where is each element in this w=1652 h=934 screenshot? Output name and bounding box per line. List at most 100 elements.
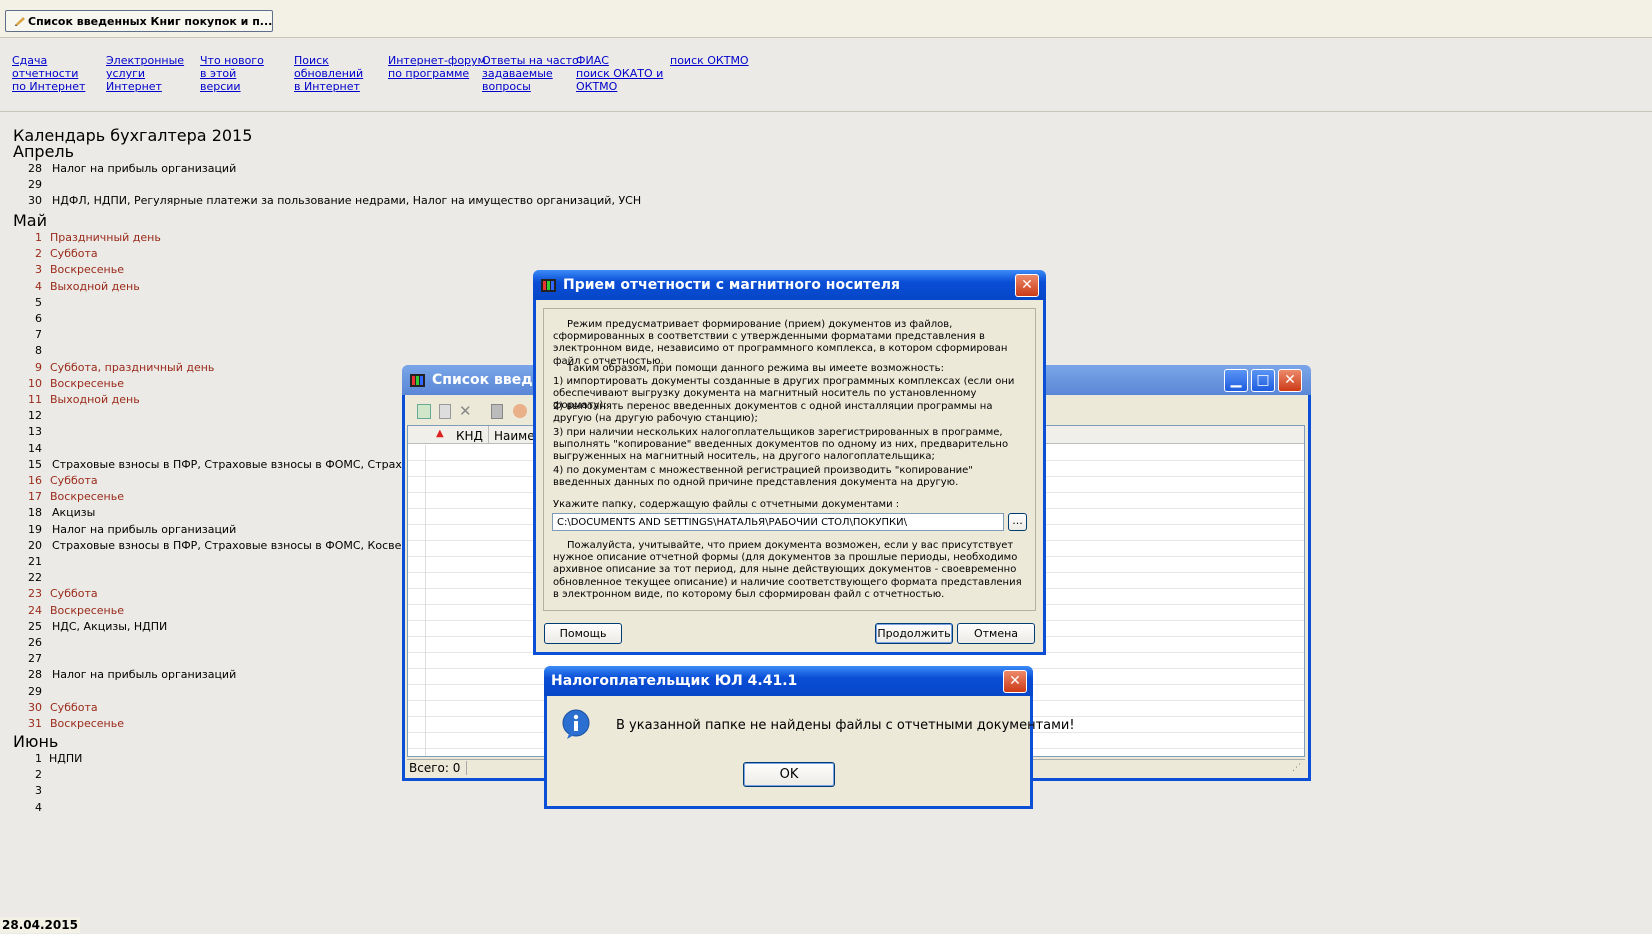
- message-box-titlebar[interactable]: Налогоплательщик ЮЛ 4.41.1 ✕: [544, 666, 1033, 696]
- message-box-title: Налогоплательщик ЮЛ 4.41.1: [551, 673, 798, 689]
- day-tax-label: Налог на прибыль организаций: [52, 162, 237, 175]
- day-number: 1: [35, 752, 42, 765]
- document-icon: [14, 17, 25, 26]
- message-text: В указанной папке не найдены файлы с отч…: [616, 718, 1075, 733]
- export-icon[interactable]: [491, 404, 503, 419]
- month-may: Май: [13, 211, 48, 230]
- day-holiday-label: Суббота: [50, 587, 98, 600]
- message-box-body: В указанной папке не найдены файлы с отч…: [547, 696, 1075, 806]
- resize-grip-icon[interactable]: ⋰: [1292, 763, 1301, 773]
- day-number: 8: [35, 344, 42, 357]
- print-icon[interactable]: [513, 404, 527, 418]
- day-number: 11: [28, 393, 42, 406]
- day-holiday-label: Суббота: [50, 701, 98, 714]
- top-taskbar: Список введенных Книг покупок и п...: [0, 0, 1652, 38]
- column-name[interactable]: Наиме: [494, 429, 535, 443]
- import-info-panel: Режим предусматривает формирование (прие…: [543, 308, 1036, 611]
- add-icon[interactable]: [417, 404, 431, 419]
- import-dialog-titlebar[interactable]: Прием отчетности с магнитного носителя ✕: [533, 270, 1046, 300]
- continue-button[interactable]: Продолжить: [875, 623, 953, 644]
- column-knd[interactable]: КНД: [456, 429, 483, 443]
- day-number: 4: [35, 280, 42, 293]
- day-tax-label: Акцизы: [52, 506, 96, 519]
- quick-links: Сдача отчетности по Интернет Электронные…: [0, 54, 1652, 112]
- day-holiday-label: Воскресенье: [50, 604, 124, 617]
- close-button[interactable]: ✕: [1015, 274, 1039, 297]
- day-number: 31: [28, 717, 42, 730]
- link-forum[interactable]: Интернет-форум по программе: [388, 54, 486, 80]
- info-paragraph-6: 4) по документам с множественной регистр…: [553, 465, 973, 489]
- folder-path-input[interactable]: [552, 513, 1004, 531]
- day-holiday-label: Суббота, праздничный день: [50, 361, 215, 374]
- info-icon: [562, 709, 590, 739]
- day-holiday-label: Выходной день: [50, 280, 140, 293]
- day-number: 10: [28, 377, 42, 390]
- link-fias[interactable]: ФИАС поиск ОКАТО и ОКТМО: [576, 54, 663, 93]
- day-number: 16: [28, 474, 42, 487]
- day-number: 15: [28, 458, 42, 471]
- day-holiday-label: Воскресенье: [50, 490, 124, 503]
- folder-label: Укажите папку, содержащую файлы с отчетн…: [553, 499, 900, 510]
- info-paragraph-7: Пожалуйста, учитывайте, что прием докуме…: [553, 540, 1022, 600]
- day-holiday-label: Суббота: [50, 247, 98, 260]
- list-toolbar: ✕: [413, 401, 543, 423]
- day-number: 6: [35, 312, 42, 325]
- status-date: 28.04.2015: [0, 917, 80, 933]
- grid-indicator-column: [425, 445, 426, 756]
- day-number: 30: [28, 194, 42, 207]
- day-number: 3: [35, 784, 42, 797]
- day-number: 29: [28, 178, 42, 191]
- browse-button[interactable]: ...: [1008, 513, 1027, 531]
- delete-icon[interactable]: ✕: [459, 402, 472, 420]
- close-button[interactable]: ✕: [1003, 670, 1027, 693]
- import-dialog-title: Прием отчетности с магнитного носителя: [563, 277, 901, 293]
- close-button[interactable]: ✕: [1278, 369, 1302, 392]
- info-paragraph-1: Режим предусматривает формирование (прие…: [553, 319, 1008, 367]
- day-tax-label: Страховые взносы в ПФР, Страховые взносы…: [52, 539, 456, 552]
- import-dialog-body: Режим предусматривает формирование (прие…: [536, 300, 1043, 652]
- day-tax-label: НДС, Акцизы, НДПИ: [52, 620, 168, 633]
- day-number: 2: [35, 768, 42, 781]
- day-number: 7: [35, 328, 42, 341]
- month-april: Апрель: [13, 142, 75, 161]
- day-number: 9: [35, 361, 42, 374]
- status-total: Всего: 0: [409, 761, 467, 775]
- day-tax-label: Страховые взносы в ПФР, Страховые взносы…: [52, 458, 461, 471]
- day-number: 25: [28, 620, 42, 633]
- day-number: 28: [28, 668, 42, 681]
- app-icon: [410, 374, 425, 387]
- link-faq[interactable]: Ответы на часто задаваемые вопросы: [482, 54, 579, 93]
- day-number: 13: [28, 425, 42, 438]
- list-window-title: Список введе: [432, 372, 543, 388]
- link-whats-new[interactable]: Что нового в этой версии: [200, 54, 264, 93]
- maximize-button[interactable]: □: [1251, 369, 1275, 392]
- day-number: 3: [35, 263, 42, 276]
- day-number: 26: [28, 636, 42, 649]
- day-holiday-label: Воскресенье: [50, 717, 124, 730]
- day-number: 4: [35, 801, 42, 814]
- day-tax-label: НДФЛ, НДПИ, Регулярные платежи за пользо…: [52, 194, 642, 207]
- day-number: 27: [28, 652, 42, 665]
- day-holiday-label: Воскресенье: [50, 263, 124, 276]
- link-e-services[interactable]: Электронные услуги Интернет: [106, 54, 184, 93]
- day-tax-label: Налог на прибыль организаций: [52, 668, 237, 681]
- day-number: 12: [28, 409, 42, 422]
- help-button[interactable]: Помощь: [544, 623, 622, 644]
- sort-arrow-icon: ▲: [436, 428, 444, 439]
- cancel-button[interactable]: Отмена: [957, 623, 1035, 644]
- day-number: 2: [35, 247, 42, 260]
- day-number: 5: [35, 296, 42, 309]
- message-box: Налогоплательщик ЮЛ 4.41.1 ✕ В указанной…: [544, 666, 1075, 809]
- app-icon: [541, 279, 556, 292]
- edit-icon[interactable]: [439, 404, 451, 419]
- ok-button[interactable]: OK: [743, 762, 835, 787]
- day-tax-label: Налог на прибыль организаций: [52, 523, 237, 536]
- minimize-button[interactable]: ▁: [1224, 369, 1248, 392]
- day-holiday-label: Выходной день: [50, 393, 140, 406]
- link-submit-online[interactable]: Сдача отчетности по Интернет: [12, 54, 85, 93]
- day-number: 14: [28, 442, 42, 455]
- day-number: 29: [28, 685, 42, 698]
- link-check-updates[interactable]: Поиск обновлений в Интернет: [294, 54, 363, 93]
- task-button-purchase-books[interactable]: Список введенных Книг покупок и п...: [5, 10, 273, 32]
- link-oktmo[interactable]: поиск ОКТМО: [670, 54, 749, 67]
